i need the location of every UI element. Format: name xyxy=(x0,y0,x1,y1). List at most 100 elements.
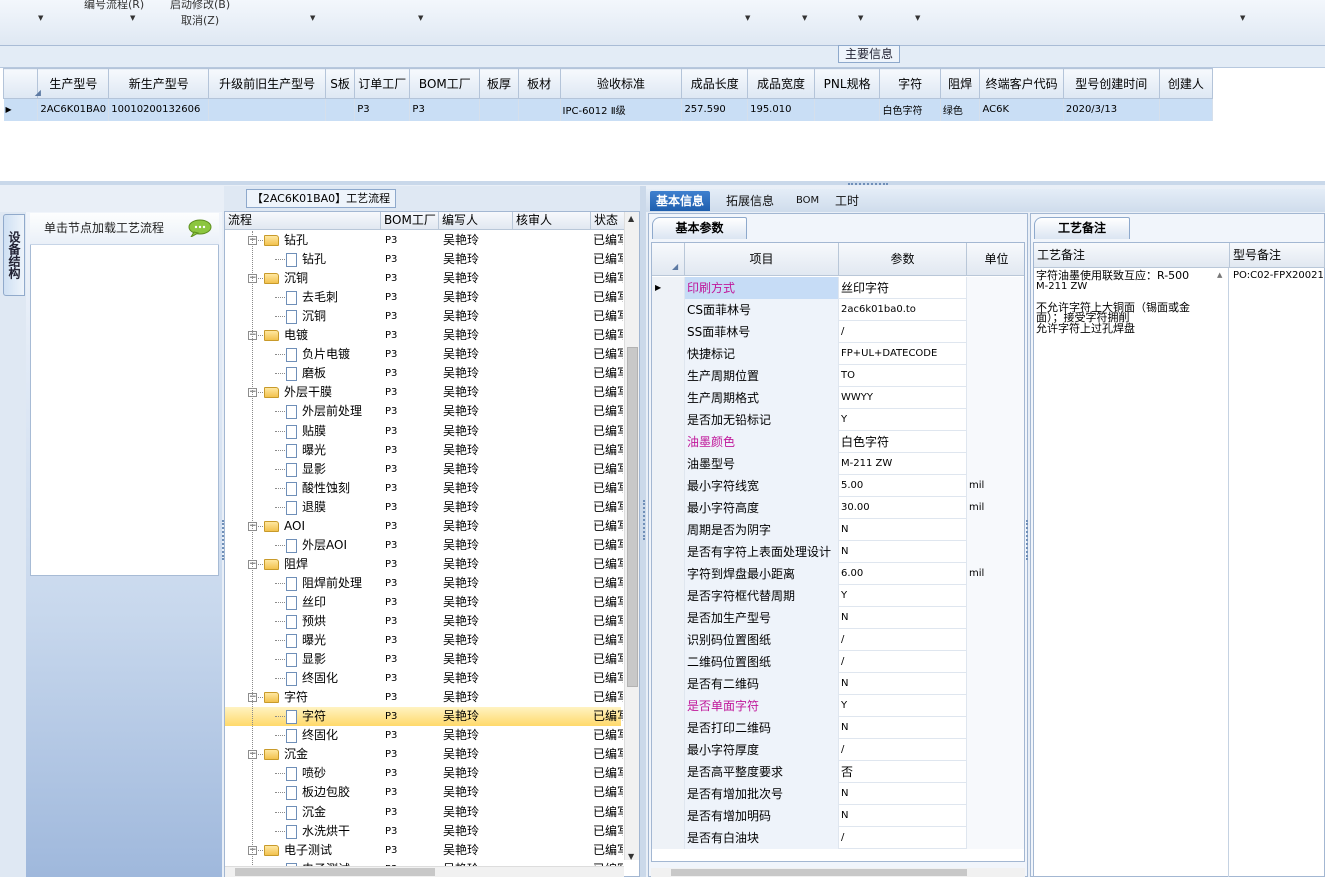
col-header[interactable]: 创建人 xyxy=(1158,68,1214,99)
param-value[interactable]: N xyxy=(839,673,967,695)
scroll-thumb[interactable] xyxy=(627,347,638,687)
param-row[interactable]: SS面菲林号 / xyxy=(652,321,1024,343)
param-row[interactable]: 是否加生产型号 N xyxy=(652,607,1024,629)
col-header[interactable]: 阻焊 xyxy=(939,68,981,99)
table-cell[interactable]: P3 xyxy=(354,98,411,121)
tree-node[interactable]: 酸性蚀刻 P3 吴艳玲 已编写 xyxy=(225,479,623,498)
param-value[interactable]: 否 xyxy=(839,761,967,783)
param-row[interactable]: 是否有二维码 N xyxy=(652,673,1024,695)
col-param[interactable]: 参数 xyxy=(839,243,967,276)
tab-equipment-structure[interactable]: 设备结构 xyxy=(3,214,25,296)
tree-node[interactable]: −字符P3吴艳玲已编写 xyxy=(225,688,623,707)
tree-node[interactable]: 字符 P3 吴艳玲 已编写 xyxy=(225,707,623,727)
tree-node[interactable]: 去毛刺 P3 吴艳玲 已编写 xyxy=(225,288,623,307)
tree-node[interactable]: 预烘 P3 吴艳玲 已编写 xyxy=(225,612,623,631)
table-cell[interactable]: 195.010 xyxy=(747,98,815,121)
table-cell[interactable]: 2AC6K01BA0 xyxy=(37,98,110,121)
tree-node[interactable]: 沉金 P3 吴艳玲 已编写 xyxy=(225,803,623,822)
table-cell[interactable] xyxy=(208,98,327,121)
param-row[interactable]: 最小字符高度 30.00 mil xyxy=(652,497,1024,519)
param-value[interactable]: Y xyxy=(839,585,967,607)
col-header[interactable]: 型号创建时间 xyxy=(1062,68,1160,99)
param-row[interactable]: 快捷标记 FP+UL+DATECODE xyxy=(652,343,1024,365)
params-horizontal-scrollbar[interactable] xyxy=(651,868,1025,877)
param-row[interactable]: 生产周期格式 WWYY xyxy=(652,387,1024,409)
col-header[interactable]: S板 xyxy=(325,68,356,99)
param-row[interactable]: 最小字符线宽 5.00 mil xyxy=(652,475,1024,497)
dropdown-arrow-icon[interactable]: ▼ xyxy=(1240,14,1245,22)
dropdown-arrow-icon[interactable]: ▼ xyxy=(38,14,43,22)
col-header[interactable]: 板厚 xyxy=(479,68,519,99)
param-row[interactable]: 生产周期位置 TO xyxy=(652,365,1024,387)
param-value[interactable]: / xyxy=(839,739,967,761)
param-row[interactable]: 是否高平整度要求否 xyxy=(652,761,1024,783)
param-row[interactable]: 是否有白油块 / xyxy=(652,827,1024,849)
scroll-down-icon[interactable]: ▼ xyxy=(628,852,634,861)
tree-node[interactable]: 负片电镀 P3 吴艳玲 已编写 xyxy=(225,345,623,364)
param-value[interactable]: N xyxy=(839,717,967,739)
tree-node[interactable]: 钻孔 P3 吴艳玲 已编写 xyxy=(225,250,623,269)
splitter-grip[interactable] xyxy=(222,520,224,560)
param-row[interactable]: 识别码位置图纸 / xyxy=(652,629,1024,651)
param-value[interactable]: N xyxy=(839,607,967,629)
col-header[interactable]: 成品长度 xyxy=(681,68,749,99)
col-header[interactable]: PNL规格 xyxy=(813,68,881,99)
param-value[interactable]: N xyxy=(839,541,967,563)
table-cell[interactable]: P3 xyxy=(409,98,481,121)
param-value[interactable]: 白色字符 xyxy=(839,431,967,453)
dropdown-arrow-icon[interactable]: ▼ xyxy=(745,14,750,22)
param-value[interactable]: 30.00 xyxy=(839,497,967,519)
splitter-grip[interactable] xyxy=(643,500,645,540)
param-row[interactable]: CS面菲林号 2ac6k01ba0.to xyxy=(652,299,1024,321)
col-header[interactable]: 验收标准 xyxy=(559,68,683,99)
param-value[interactable]: N xyxy=(839,805,967,827)
tree-node[interactable]: 沉铜 P3 吴艳玲 已编写 xyxy=(225,307,623,326)
tree-node[interactable]: 板边包胶 P3 吴艳玲 已编写 xyxy=(225,783,623,802)
dropdown-arrow-icon[interactable]: ▼ xyxy=(310,14,315,22)
param-row[interactable]: ▶ 印刷方式 丝印字符 xyxy=(652,277,1024,299)
dropdown-arrow-icon[interactable]: ▼ xyxy=(858,14,863,22)
param-value[interactable]: / xyxy=(839,651,967,673)
tree-node[interactable]: −外层干膜P3吴艳玲已编写 xyxy=(225,383,623,402)
tree-node[interactable]: 终固化 P3 吴艳玲 已编写 xyxy=(225,669,623,688)
param-value[interactable]: N xyxy=(839,783,967,805)
param-value[interactable]: Y xyxy=(839,695,967,717)
param-value[interactable]: M-211 ZW xyxy=(839,453,967,475)
tree-node[interactable]: −钻孔P3吴艳玲已编写 xyxy=(225,231,623,250)
param-row[interactable]: 字符到焊盘最小距离 6.00 mil xyxy=(652,563,1024,585)
col-item[interactable]: 项目 xyxy=(685,243,839,276)
tree-node[interactable]: 贴膜 P3 吴艳玲 已编写 xyxy=(225,422,623,441)
splitter-grip[interactable] xyxy=(848,183,888,186)
param-row[interactable]: 是否打印二维码 N xyxy=(652,717,1024,739)
tree-col-author[interactable]: 编写人 xyxy=(439,212,513,230)
tree-node[interactable]: 显影 P3 吴艳玲 已编写 xyxy=(225,650,623,669)
col-unit[interactable]: 单位 xyxy=(967,243,1024,276)
scroll-up-icon[interactable]: ▲ xyxy=(1217,271,1222,279)
tree-node[interactable]: −阻焊P3吴艳玲已编写 xyxy=(225,555,623,574)
table-cell[interactable]: 白色字符 xyxy=(879,98,941,121)
param-row[interactable]: 是否有字符上表面处理设计 N xyxy=(652,541,1024,563)
dropdown-arrow-icon[interactable]: ▼ xyxy=(915,14,920,22)
col-header[interactable]: 订单工厂 xyxy=(354,68,411,99)
param-row[interactable]: 是否字符框代替周期 Y xyxy=(652,585,1024,607)
tree-node[interactable]: −沉铜P3吴艳玲已编写 xyxy=(225,269,623,288)
tree-node[interactable]: 外层AOI P3 吴艳玲 已编写 xyxy=(225,536,623,555)
param-value[interactable]: 2ac6k01ba0.to xyxy=(839,299,967,321)
tree-node[interactable]: 外层前处理 P3 吴艳玲 已编写 xyxy=(225,402,623,421)
param-value[interactable]: Y xyxy=(839,409,967,431)
col-header[interactable]: 生产型号 xyxy=(37,68,110,99)
col-header[interactable]: BOM工厂 xyxy=(409,68,481,99)
param-row[interactable]: 是否单面字符 Y xyxy=(652,695,1024,717)
param-value[interactable]: N xyxy=(839,519,967,541)
param-value[interactable]: / xyxy=(839,629,967,651)
tree-node[interactable]: 显影 P3 吴艳玲 已编写 xyxy=(225,460,623,479)
tree-col-status[interactable]: 状态 xyxy=(591,212,625,230)
col-header[interactable]: 成品宽度 xyxy=(747,68,815,99)
param-row[interactable]: 周期是否为阴字 N xyxy=(652,519,1024,541)
tree-node[interactable]: 阻焊前处理 P3 吴艳玲 已编写 xyxy=(225,574,623,593)
table-cell[interactable] xyxy=(814,98,881,121)
param-row[interactable]: 最小字符厚度 / xyxy=(652,739,1024,761)
tree-vertical-scrollbar[interactable]: ▲ ▼ xyxy=(624,212,639,861)
param-row[interactable]: 是否有增加批次号 N xyxy=(652,783,1024,805)
table-cell[interactable]: 绿色 xyxy=(940,98,981,121)
